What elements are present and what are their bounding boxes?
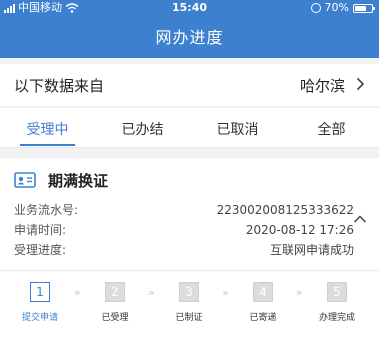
data-source-row[interactable]: 以下数据来自 哈尔滨	[0, 64, 379, 106]
chevron-right-icon[interactable]	[353, 77, 367, 91]
id-card-icon	[14, 172, 36, 188]
tab-completed[interactable]: 已办结	[95, 119, 190, 139]
status-right: 70%	[310, 0, 375, 16]
data-source-city[interactable]: 哈尔滨	[300, 75, 345, 96]
chevron-up-icon[interactable]	[353, 212, 367, 226]
status-tabs: 受理中 已办结 已取消 全部	[0, 108, 379, 148]
card-divider	[0, 270, 379, 271]
step-separator: »	[74, 286, 81, 299]
apply-time-value: 2020-08-12 17:26	[245, 223, 354, 237]
step-label: 已受理	[101, 313, 129, 323]
step-separator: »	[222, 286, 229, 299]
progress-value: 互联网申请成功	[269, 243, 354, 257]
progress-label: 受理进度:	[14, 243, 67, 257]
progress-steps: 1 提交申请 » 2 已受理 » 3 已制证 » 4 已寄递 » 5 办理完成	[0, 282, 379, 342]
alarm-icon	[310, 3, 321, 13]
battery-icon	[353, 3, 375, 13]
card-title: 期满换证	[48, 172, 109, 190]
step-number: 5	[327, 282, 347, 302]
step-mailed: 4 已寄递	[233, 282, 293, 323]
step-finished: 5 办理完成	[307, 282, 367, 323]
step-accepted: 2 已受理	[85, 282, 145, 323]
tab-cancelled[interactable]: 已取消	[190, 119, 285, 139]
step-card-made: 3 已制证	[159, 282, 219, 323]
tab-in-progress[interactable]: 受理中	[0, 119, 95, 139]
tab-all[interactable]: 全部	[284, 119, 379, 139]
step-number: 1	[30, 282, 50, 302]
active-tab-indicator	[20, 144, 75, 146]
step-label: 已制证	[175, 313, 203, 323]
step-separator: »	[296, 286, 303, 299]
data-source-label: 以下数据来自	[14, 77, 105, 95]
status-bar: 中国移动 15:40 70%	[0, 0, 379, 16]
progress-row: 受理进度: 互联网申请成功	[14, 242, 354, 258]
apply-time-label: 申请时间:	[14, 223, 67, 237]
battery-percent: 70%	[324, 1, 349, 14]
step-number: 4	[253, 282, 273, 302]
page-title: 网办进度	[155, 28, 224, 47]
serial-number-row: 业务流水号: 223002008125333622	[14, 202, 354, 218]
step-label: 已寄递	[249, 313, 277, 323]
apply-time-row: 申请时间: 2020-08-12 17:26	[14, 222, 354, 238]
app-header: 中国移动 15:40 70% 网办进度	[0, 0, 379, 58]
serial-number-value: 223002008125333622	[216, 203, 354, 217]
serial-number-label: 业务流水号:	[14, 203, 79, 217]
step-label: 办理完成	[318, 313, 355, 323]
step-number: 2	[105, 282, 125, 302]
application-card[interactable]: 期满换证 业务流水号: 223002008125333622 申请时间: 202…	[0, 158, 379, 355]
step-number: 3	[179, 282, 199, 302]
step-submit: 1 提交申请	[10, 282, 70, 323]
step-separator: »	[148, 286, 155, 299]
step-label: 提交申请	[21, 313, 58, 323]
